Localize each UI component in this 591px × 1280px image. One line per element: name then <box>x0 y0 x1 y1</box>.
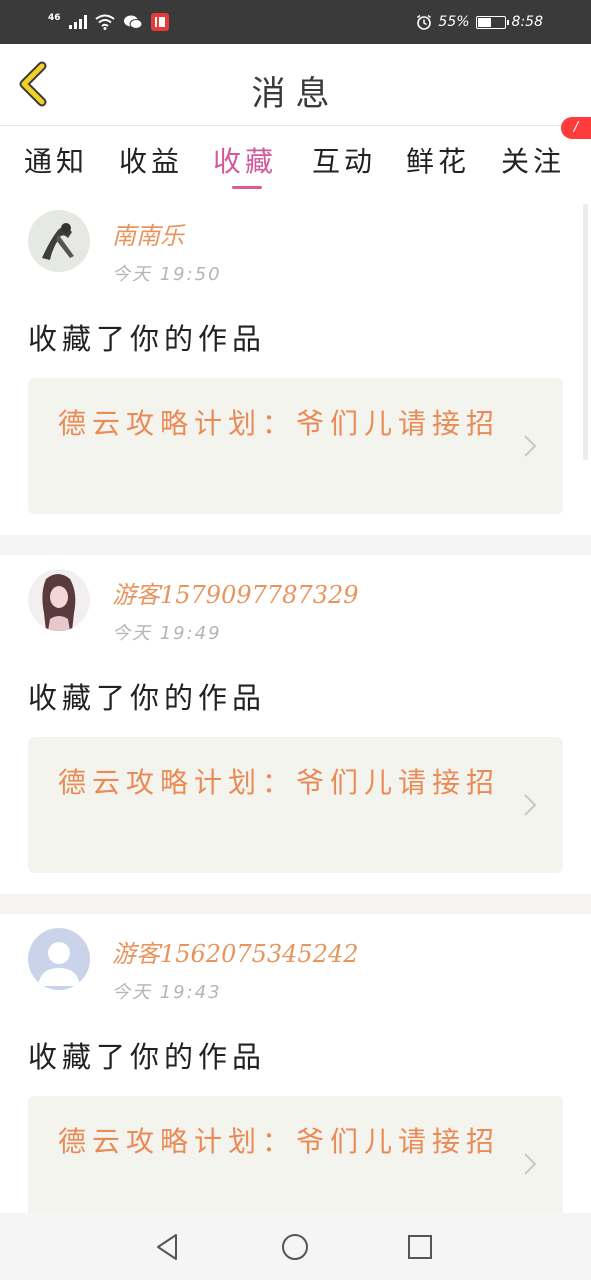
triangle-back-icon <box>157 1234 177 1260</box>
alarm-icon <box>417 14 432 30</box>
timestamp: 今天 19:43 <box>112 982 222 1003</box>
scrollbar[interactable] <box>583 204 588 460</box>
timestamp: 今天 19:49 <box>112 623 222 644</box>
page-title: 消息 <box>251 74 340 114</box>
username[interactable]: 游客1562075345242 <box>112 934 359 969</box>
card-separator <box>0 535 591 555</box>
battery-icon <box>475 15 509 29</box>
chevron-right-icon <box>524 1153 537 1175</box>
default-avatar-icon <box>28 928 90 990</box>
nav-home-button[interactable] <box>279 1231 311 1263</box>
tab-flowers[interactable]: 鲜花 <box>406 140 470 180</box>
tab-notice[interactable]: 通知 <box>24 140 88 180</box>
network-type: 46 <box>48 13 61 23</box>
work-link[interactable]: 德云攻略计划：爷们儿请接招 <box>28 737 563 873</box>
system-nav-bar <box>0 1213 591 1280</box>
chevron-right-icon <box>524 794 537 816</box>
avatar[interactable] <box>28 569 90 631</box>
work-link[interactable]: 德云攻略计划：爷们儿请接招 <box>28 378 563 514</box>
username[interactable]: 南南乐 <box>112 216 184 251</box>
nav-recent-button[interactable] <box>404 1231 436 1263</box>
header: 消息 <box>0 44 591 126</box>
notification-card: 南南乐 今天 19:50 收藏了你的作品 德云攻略计划：爷们儿请接招 <box>0 196 591 535</box>
work-title: 德云攻略计划：爷们儿请接招 <box>58 1125 501 1158</box>
follow-badge: / <box>561 117 591 139</box>
chevron-right-icon <box>524 435 537 457</box>
avatar[interactable] <box>28 928 90 990</box>
app-notification-icon <box>150 13 169 31</box>
timestamp: 今天 19:50 <box>112 264 222 285</box>
card-separator <box>0 894 591 914</box>
notification-card: 游客1579097787329 今天 19:49 收藏了你的作品 德云攻略计划：… <box>0 555 591 894</box>
signal-icon <box>68 15 87 29</box>
work-title: 德云攻略计划：爷们儿请接招 <box>58 407 501 440</box>
avatar[interactable] <box>28 210 90 272</box>
active-tab-indicator <box>232 186 262 189</box>
tab-earnings[interactable]: 收益 <box>119 140 183 180</box>
username[interactable]: 游客1579097787329 <box>112 575 359 610</box>
notification-list[interactable]: 南南乐 今天 19:50 收藏了你的作品 德云攻略计划：爷们儿请接招 游客157… <box>0 196 591 1213</box>
status-right-icons: 55% 8:58 <box>416 11 543 33</box>
tab-bar: 通知 收益 收藏 互动 鲜花 关注 <box>0 126 591 196</box>
wifi-icon <box>94 14 115 30</box>
nav-back-button[interactable] <box>152 1231 184 1263</box>
square-recent-icon <box>408 1235 432 1259</box>
battery-level <box>477 17 492 27</box>
action-text: 收藏了你的作品 <box>28 322 267 356</box>
notification-card: 游客1562075345242 今天 19:43 收藏了你的作品 德云攻略计划：… <box>0 914 591 1213</box>
status-left-icons: 46 <box>48 12 169 32</box>
action-text: 收藏了你的作品 <box>28 681 267 715</box>
tab-interaction[interactable]: 互动 <box>312 140 376 180</box>
status-bar: 46 55% 8:58 <box>0 0 591 44</box>
wechat-icon <box>123 15 143 29</box>
circle-home-icon <box>282 1234 308 1260</box>
avatar-image <box>28 210 90 272</box>
work-link[interactable]: 德云攻略计划：爷们儿请接招 <box>28 1096 563 1213</box>
action-text: 收藏了你的作品 <box>28 1040 267 1074</box>
battery-percent: 55% <box>438 14 470 30</box>
tab-favorites[interactable]: 收藏 <box>213 140 277 180</box>
avatar-image <box>28 569 90 631</box>
tab-follow[interactable]: 关注 <box>501 140 565 180</box>
clock: 8:58 <box>511 14 543 30</box>
work-title: 德云攻略计划：爷们儿请接招 <box>58 766 501 799</box>
